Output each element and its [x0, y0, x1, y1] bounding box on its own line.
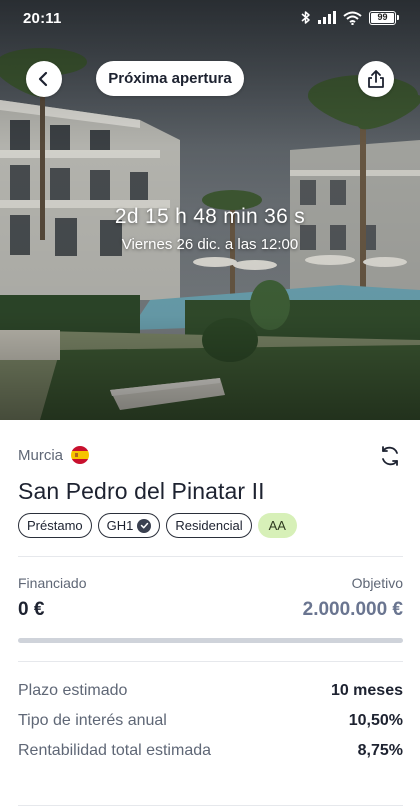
- detail-row-return: Rentabilidad total estimada 8,75%: [18, 742, 403, 764]
- battery-icon: 99: [369, 10, 399, 25]
- share-icon: [368, 70, 384, 88]
- wifi-icon: [343, 11, 362, 25]
- project-title: San Pedro del Pinatar II: [18, 478, 265, 504]
- countdown-timer: 2d 15 h 48 min 36 s: [114, 205, 306, 228]
- detail-row-interest: Tipo de interés anual 10,50%: [18, 712, 403, 734]
- back-arrow-icon: [38, 71, 48, 87]
- detail-label: Rentabilidad total estimada: [18, 742, 212, 759]
- detail-label: Tipo de interés anual: [18, 712, 167, 729]
- financed-label: Financiado: [18, 575, 87, 591]
- target-label: Objetivo: [351, 575, 403, 591]
- signal-icon: [318, 11, 336, 24]
- share-button[interactable]: [358, 61, 394, 97]
- divider: [18, 556, 403, 557]
- detail-value: 10 meses: [330, 682, 403, 699]
- refresh-icon[interactable]: [378, 444, 402, 468]
- detail-label: Plazo estimado: [18, 682, 128, 699]
- divider: [18, 805, 403, 806]
- detail-value: 8,75%: [357, 742, 403, 759]
- tag-category: Residencial: [166, 513, 252, 538]
- funding-progress-bar: [18, 638, 403, 643]
- location-label: Murcia: [18, 446, 64, 464]
- verified-check-icon: [137, 518, 152, 533]
- status-bar: 20:11 99: [0, 0, 420, 38]
- project-tags: Préstamo GH1 Residencial AA: [18, 513, 297, 538]
- spain-flag-icon: [71, 446, 90, 464]
- target-value: 2.000.000 €: [302, 599, 403, 620]
- detail-row-term: Plazo estimado 10 meses: [18, 682, 403, 704]
- financed-value: 0 €: [18, 599, 45, 620]
- opening-date: Viernes 26 dic. a las 12:00: [121, 236, 299, 253]
- location-row: Murcia: [18, 446, 90, 464]
- back-button[interactable]: [26, 61, 62, 97]
- status-pill: Próxima apertura: [96, 61, 244, 96]
- tag-grade-code: GH1: [97, 513, 161, 538]
- hero-image: 20:11 99 Próxima apertura 2d 15 h 48 min…: [0, 0, 420, 420]
- tag-type: Préstamo: [18, 513, 92, 538]
- bluetooth-icon: [301, 11, 310, 24]
- battery-level: 99: [377, 12, 388, 22]
- status-icons: 99: [301, 10, 399, 25]
- divider: [18, 661, 403, 662]
- tag-rating: AA: [257, 513, 297, 538]
- tag-grade-code-label: GH1: [106, 518, 134, 533]
- detail-value: 10,50%: [348, 712, 403, 729]
- project-detail-screen: 20:11 99 Próxima apertura 2d 15 h 48 min…: [0, 0, 420, 807]
- status-time: 20:11: [23, 10, 62, 27]
